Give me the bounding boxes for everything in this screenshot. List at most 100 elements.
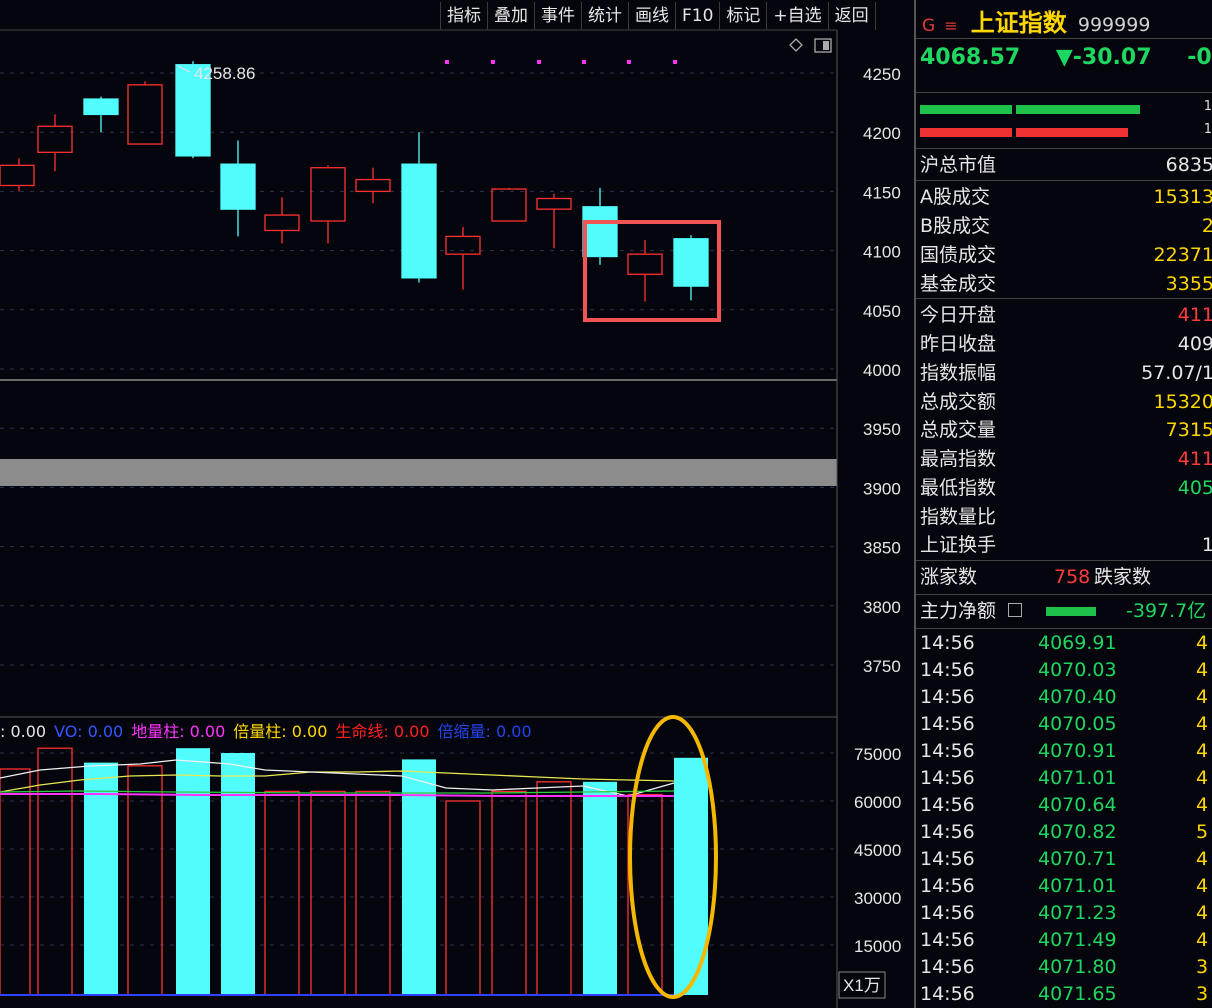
index-name: 上证指数: [970, 9, 1067, 37]
tick-volume: 4: [1196, 875, 1209, 897]
toolbar-button-0[interactable]: 指标: [440, 2, 487, 30]
toolbar-button-7[interactable]: +自选: [766, 2, 827, 30]
stat-label: 指数量比: [920, 506, 997, 528]
tick-volume: 4: [1196, 848, 1209, 870]
toolbar-button-4[interactable]: 画线: [628, 2, 675, 30]
stat-row: 总成交量 7315: [920, 416, 1212, 444]
main-flow-label: 主力净额: [920, 600, 997, 622]
stat-row: 总成交额 15320: [920, 388, 1212, 416]
toolbar-button-8[interactable]: 返回: [827, 2, 876, 30]
tick-volume: 4: [1196, 740, 1209, 762]
index-code: 999999: [1077, 14, 1151, 36]
legend-item-1: VO: 0.00: [54, 722, 124, 741]
toolbar-button-6[interactable]: 标记: [719, 2, 766, 30]
buy-strength-bar: [920, 105, 1012, 114]
stat-row: 指数振幅 57.07/1: [920, 359, 1212, 387]
price-change-pct: -0.7: [1187, 45, 1212, 70]
stats-divider: [916, 298, 1212, 299]
tick-time: 14:56: [920, 983, 975, 1005]
toolbar-button-2[interactable]: 事件: [534, 2, 581, 30]
candle-up: [310, 167, 346, 222]
menu-icon[interactable]: ≡: [944, 16, 957, 35]
stat-label: 基金成交: [920, 273, 997, 295]
stat-label: 指数振幅: [920, 362, 997, 384]
sell-strength-bar: [920, 128, 1012, 137]
quote-panel: G ≡ 上证指数 999999 4068.57 ▼-30.07 -0.7 1 1…: [914, 0, 1212, 1008]
candle-up: [536, 197, 572, 210]
tick-price: 4071.80: [1038, 956, 1117, 978]
event-marker: [537, 60, 541, 64]
tick-price: 4070.03: [1038, 659, 1117, 681]
rise-fall-row: 涨家数 758 跌家数: [920, 563, 1212, 591]
buy-bar-value: 1: [1203, 99, 1212, 114]
price-axis-label: 4250: [863, 65, 901, 84]
event-marker: [445, 60, 449, 64]
stat-value: 57.07/1: [1141, 362, 1212, 384]
stat-value: 7315: [1165, 419, 1212, 441]
price-axis-label: 4200: [863, 124, 901, 143]
tick-time: 14:56: [920, 632, 975, 654]
tick-price: 4070.71: [1038, 848, 1117, 870]
volume-bar-down: [221, 753, 255, 995]
last-price: 4068.57: [920, 45, 1021, 70]
main-flow-bar: [1046, 607, 1096, 616]
price-axis-label: 3950: [863, 420, 901, 439]
rise-label: 涨家数: [920, 566, 978, 588]
volume-bar-up: [536, 781, 572, 996]
price-axis-label: 3900: [863, 479, 901, 498]
fall-label: 跌家数: [1094, 566, 1152, 588]
main-flow-row: 主力净额 -397.7亿: [920, 597, 1212, 625]
toolbar-button-3[interactable]: 统计: [581, 2, 628, 30]
stat-row: A股成交 15313: [920, 183, 1212, 211]
volume-bar-up: [355, 790, 391, 996]
tick-time: 14:56: [920, 848, 975, 870]
g-icon[interactable]: G: [922, 16, 935, 36]
volume-bar-down: [84, 762, 118, 995]
kline-chart[interactable]: 4250 4200 4150 4100 4050 4000 3950 3900 3850 3800…: [0, 0, 914, 1008]
tick-volume: 3: [1196, 956, 1209, 978]
diamond-icon[interactable]: [789, 38, 803, 52]
legend-item-4: 生命线: 0.00: [335, 722, 430, 741]
toolbar-button-1[interactable]: 叠加: [487, 2, 534, 30]
volume-axis-label: 30000: [854, 889, 901, 908]
tick-time: 14:56: [920, 767, 975, 789]
indicator-legend: : 0.00 VO: 0.00 地量柱: 0.00 倍量柱: 0.00 生命线: 0.0…: [0, 718, 540, 741]
stat-row: 国债成交 22371: [920, 241, 1212, 269]
volume-bar-down: [583, 781, 617, 995]
tick-volume: 4: [1196, 902, 1209, 924]
tick-price: 4069.91: [1038, 632, 1117, 654]
doc-icon[interactable]: [1008, 603, 1022, 617]
stat-label: 总成交额: [920, 391, 997, 413]
price-axis-label: 3850: [863, 539, 901, 558]
candle-up: [627, 253, 663, 275]
toolbar-button-5[interactable]: F10: [675, 2, 719, 30]
stat-label: 今日开盘: [920, 304, 997, 326]
tick-time: 14:56: [920, 686, 975, 708]
tick-price: 4070.40: [1038, 686, 1117, 708]
event-marker: [627, 60, 631, 64]
tick-price: 4070.91: [1038, 740, 1117, 762]
stat-row: 最高指数 411: [920, 445, 1212, 473]
stats-divider: [916, 560, 1212, 561]
tick-price: 4070.05: [1038, 713, 1117, 735]
tick-price: 4071.01: [1038, 875, 1117, 897]
stat-label: B股成交: [920, 215, 991, 237]
tick-volume: 4: [1196, 686, 1209, 708]
price-axis-label: 4150: [863, 183, 901, 202]
stat-label: 最低指数: [920, 477, 997, 499]
tick-price: 4070.82: [1038, 821, 1117, 843]
volume-bar-up: [0, 768, 31, 996]
stats-divider: [916, 180, 1212, 181]
volume-axis-label: 45000: [854, 841, 901, 860]
stat-value: 409: [1177, 333, 1212, 355]
stat-value: 1: [1202, 531, 1212, 559]
legend-item-2: 地量柱: 0.00: [131, 722, 226, 741]
tick-volume: 5: [1196, 821, 1209, 843]
price-axis-label: 4000: [863, 361, 901, 380]
candle-down: [582, 206, 618, 258]
stat-row: B股成交 2: [920, 212, 1212, 240]
tick-volume: 4: [1196, 632, 1209, 654]
tick-time: 14:56: [920, 659, 975, 681]
volume-axis-label: 15000: [854, 937, 901, 956]
candle-up: [0, 164, 35, 187]
